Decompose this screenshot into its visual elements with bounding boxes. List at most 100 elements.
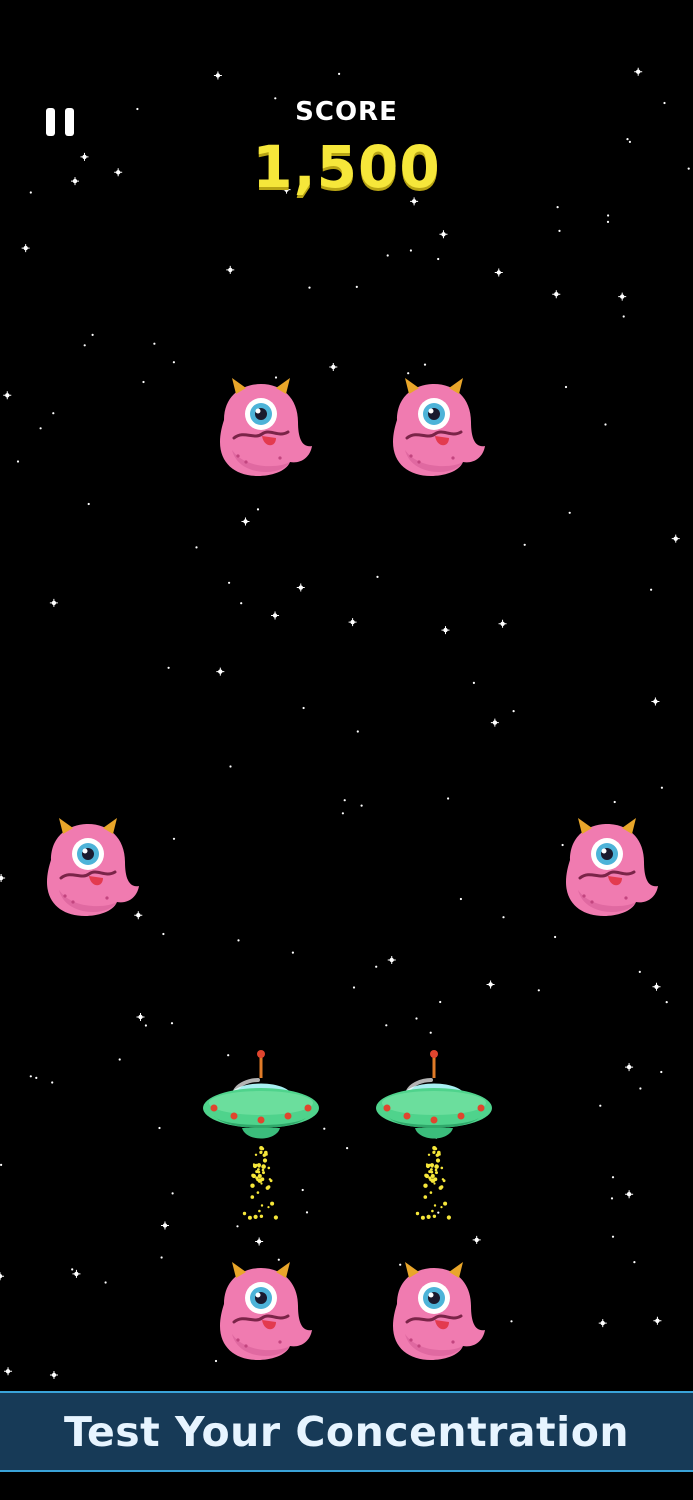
green-ufo-icon [203, 1050, 319, 1220]
thruster-particle [260, 1177, 265, 1182]
star [558, 229, 561, 232]
star [356, 730, 359, 733]
star [51, 1081, 54, 1084]
ufo-player-ship[interactable] [373, 1048, 495, 1223]
star [91, 333, 94, 336]
star-sparkle [0, 1272, 5, 1281]
star-sparkle [494, 268, 503, 277]
star [323, 1127, 326, 1130]
thruster-particle [267, 1185, 271, 1189]
thruster-particle [262, 1171, 265, 1175]
star [352, 986, 356, 989]
thruster-particle [259, 1150, 263, 1154]
star [604, 423, 607, 426]
thruster-particle [257, 1174, 262, 1178]
monster-enemy[interactable] [206, 376, 316, 480]
thruster-particle [423, 1183, 428, 1188]
star [611, 1235, 615, 1238]
thruster-particle [437, 1152, 441, 1156]
monster-enemy[interactable] [552, 816, 662, 920]
star-sparkle [652, 982, 661, 991]
ufo-player-ship[interactable] [200, 1048, 322, 1223]
star-sparkle [498, 619, 507, 628]
star [355, 285, 358, 288]
star-sparkle [0, 874, 6, 883]
star [650, 588, 653, 591]
thruster-particle [434, 1147, 438, 1151]
star [236, 1225, 239, 1228]
star [172, 361, 175, 364]
star [256, 508, 260, 511]
thruster-particle [415, 1211, 420, 1216]
thruster-particle [432, 1150, 436, 1154]
star [556, 206, 559, 209]
thruster-particle [267, 1206, 270, 1209]
thruster-particle [435, 1171, 438, 1175]
star [472, 681, 475, 685]
thruster-particle [256, 1191, 260, 1194]
star [537, 989, 540, 992]
star [415, 1017, 418, 1020]
thruster-particle [432, 1214, 437, 1218]
score-value: 1,500 [252, 133, 441, 201]
star [447, 797, 450, 800]
thruster-particle [257, 1163, 261, 1168]
star [52, 412, 55, 415]
star [346, 1147, 349, 1150]
thruster-particle [446, 1215, 451, 1220]
star [35, 1076, 38, 1079]
star [153, 342, 156, 345]
star-sparkle [625, 1190, 634, 1199]
star-sparkle [625, 1063, 634, 1072]
score-label: SCORE [295, 97, 398, 127]
thruster-particle [433, 1204, 437, 1207]
star-sparkle [651, 697, 660, 706]
star [660, 1070, 663, 1074]
star [606, 220, 610, 223]
monster-enemy[interactable] [33, 816, 143, 920]
one-eyed-pink-monster-icon [566, 818, 658, 916]
star-sparkle [241, 517, 250, 526]
thruster-particle [261, 1164, 266, 1169]
star [564, 385, 568, 389]
star [71, 1268, 74, 1271]
star [144, 1024, 147, 1027]
star [439, 1000, 442, 1004]
thruster-particle [423, 1195, 428, 1199]
star [409, 249, 412, 252]
star-sparkle [490, 718, 499, 727]
thruster-particle [259, 1214, 264, 1218]
star-sparkle [72, 1269, 81, 1278]
star-sparkle [226, 265, 235, 274]
star [423, 363, 427, 366]
star-sparkle [49, 598, 58, 607]
monster-enemy[interactable] [379, 1260, 489, 1364]
star-sparkle [3, 391, 12, 400]
thruster-particle [268, 1178, 272, 1181]
star [386, 254, 389, 257]
star [385, 1024, 388, 1027]
thruster-particle [435, 1158, 441, 1163]
thruster-particle [251, 1173, 255, 1178]
star [437, 257, 440, 261]
star-sparkle [49, 1371, 58, 1380]
thruster-particle [430, 1163, 434, 1168]
thruster-particle [273, 1215, 278, 1220]
star [599, 1104, 602, 1107]
game-stage[interactable]: SCORE 1,500 Test Your Concentration [0, 0, 693, 1500]
thruster-particle [426, 1214, 431, 1219]
thruster-particle [420, 1215, 425, 1220]
star [611, 1176, 615, 1179]
star [167, 666, 170, 669]
star [512, 710, 515, 713]
star-sparkle [4, 1367, 13, 1376]
monster-enemy[interactable] [206, 1260, 316, 1364]
monster-enemy[interactable] [379, 376, 489, 480]
one-eyed-pink-monster-icon [47, 818, 139, 916]
banner-text: Test Your Concentration [63, 1407, 630, 1456]
thruster-particle [425, 1163, 428, 1166]
star [633, 1261, 636, 1264]
star [510, 1320, 513, 1323]
star [302, 706, 305, 710]
star-sparkle [552, 290, 561, 299]
